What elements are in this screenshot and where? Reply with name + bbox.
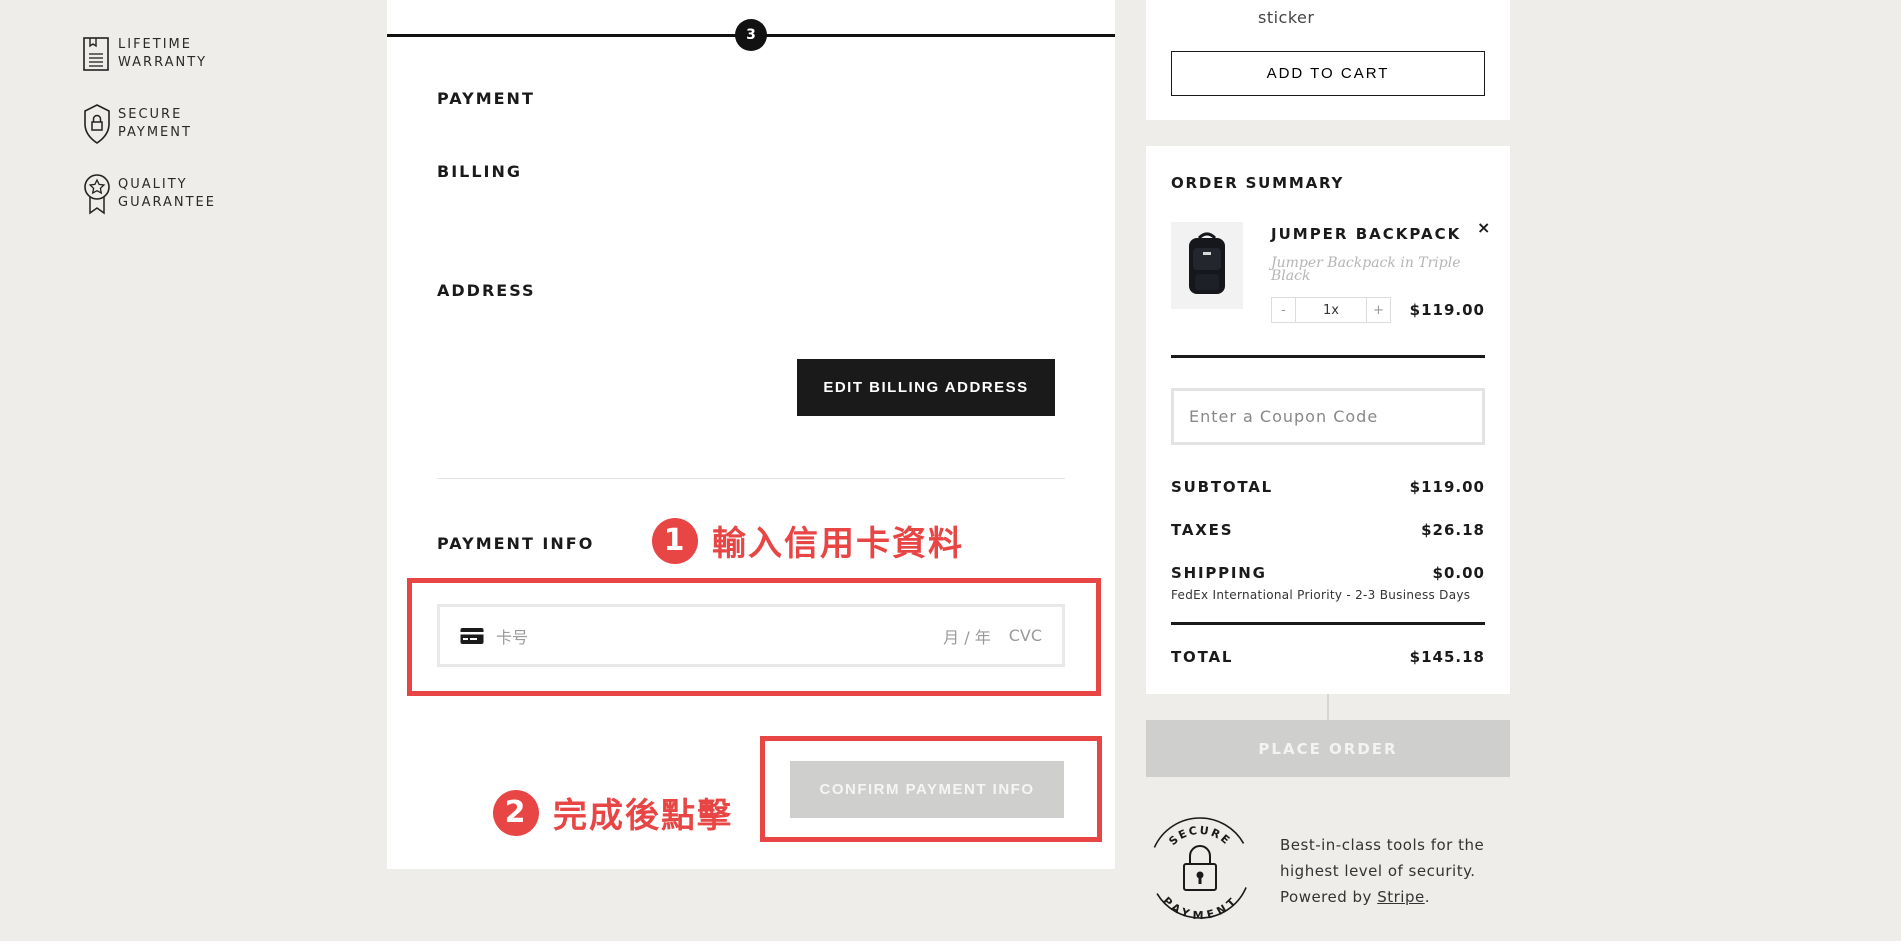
summary-divider — [1171, 355, 1485, 358]
quantity-value[interactable]: 1x — [1296, 298, 1366, 322]
payment-heading: PAYMENT — [437, 89, 535, 108]
annotation-number: 2 — [493, 789, 539, 836]
badge-label: LIFETIME WARRANTY — [118, 36, 207, 72]
shipping-value: $0.00 — [1432, 564, 1485, 582]
remove-item-icon[interactable]: × — [1477, 218, 1490, 237]
billing-heading: BILLING — [437, 162, 523, 181]
powered-suffix: . — [1424, 888, 1430, 906]
seal-bottom-text: PAYMENT — [1160, 894, 1238, 922]
card-expiry-placeholder[interactable]: 月 / 年 — [943, 624, 991, 648]
add-to-cart-button[interactable]: ADD TO CART — [1171, 51, 1485, 96]
annotation-step-2: 2 完成後點擊 — [493, 788, 733, 837]
section-divider — [437, 478, 1065, 479]
shield-lock-icon — [84, 104, 110, 144]
star-ribbon-icon — [84, 174, 110, 215]
security-description: Best-in-class tools for the highest leve… — [1280, 832, 1510, 910]
annotation-text: 輸入信用卡資料 — [712, 524, 964, 564]
badge-label: SECURE PAYMENT — [118, 106, 192, 142]
security-line: Best-in-class tools for the — [1280, 836, 1485, 854]
svg-text:SECURE: SECURE — [1166, 824, 1233, 848]
card-input[interactable]: 卡号 月 / 年 CVC — [437, 604, 1065, 667]
payment-info-heading: PAYMENT INFO — [437, 534, 595, 553]
badge-label: QUALITY GUARANTEE — [118, 176, 216, 212]
badge-secure-payment: SECURE PAYMENT — [82, 102, 192, 146]
product-thumbnail — [1171, 222, 1243, 309]
stripe-link[interactable]: Stripe — [1377, 888, 1425, 906]
upsell-caption: sticker — [1258, 8, 1315, 27]
badge-lifetime-warranty: LIFETIME WARRANTY — [82, 32, 207, 76]
secure-payment-seal-icon: SECURE PAYMENT — [1149, 817, 1251, 922]
edit-billing-address-button[interactable]: EDIT BILLING ADDRESS — [797, 359, 1055, 416]
security-line: highest level of security. — [1280, 862, 1476, 880]
badge-line: GUARANTEE — [118, 195, 216, 210]
coupon-input[interactable]: Enter a Coupon Code — [1171, 388, 1485, 445]
credit-card-icon — [460, 627, 484, 644]
address-heading: ADDRESS — [437, 281, 536, 300]
quantity-stepper[interactable]: - 1x + — [1271, 297, 1391, 323]
subtotal-value: $119.00 — [1409, 478, 1485, 496]
badge-line: SECURE — [118, 107, 183, 122]
backpack-image — [1189, 232, 1225, 294]
card-number-placeholder[interactable]: 卡号 — [496, 624, 943, 648]
badge-line: WARRANTY — [118, 55, 208, 70]
annotation-text: 完成後點擊 — [553, 796, 733, 836]
annotation-number: 1 — [652, 517, 698, 564]
confirm-payment-info-button[interactable]: CONFIRM PAYMENT INFO — [790, 761, 1064, 818]
total-label: TOTAL — [1171, 648, 1234, 666]
secure-payment-seal: SECURE PAYMENT — [1146, 814, 1254, 922]
badge-line: PAYMENT — [118, 125, 192, 140]
step-indicator: 3 — [735, 19, 767, 51]
quantity-increase-button[interactable]: + — [1366, 298, 1390, 322]
security-powered-by: Powered by Stripe. — [1280, 884, 1510, 910]
shipping-method: FedEx International Priority - 2-3 Busin… — [1171, 588, 1471, 602]
warranty-doc-icon — [83, 37, 109, 71]
taxes-label: TAXES — [1171, 521, 1234, 539]
connector-line — [1327, 694, 1329, 720]
item-price: $119.00 — [1409, 301, 1485, 319]
shipping-label: SHIPPING — [1171, 564, 1267, 582]
badge-line: LIFETIME — [118, 37, 192, 52]
badge-line: QUALITY — [118, 177, 188, 192]
powered-prefix: Powered by — [1280, 888, 1378, 906]
quantity-decrease-button[interactable]: - — [1272, 298, 1296, 322]
product-variant: Jumper Backpack in Triple Black — [1271, 255, 1461, 284]
taxes-value: $26.18 — [1421, 521, 1485, 539]
place-order-button[interactable]: PLACE ORDER — [1146, 720, 1510, 777]
subtotal-label: SUBTOTAL — [1171, 478, 1274, 496]
product-name: JUMPER BACKPACK — [1271, 225, 1462, 243]
svg-text:PAYMENT: PAYMENT — [1160, 894, 1240, 922]
seal-top-text: SECURE — [1166, 824, 1231, 848]
total-value: $145.18 — [1409, 648, 1485, 666]
summary-divider — [1171, 622, 1485, 625]
order-summary-title: ORDER SUMMARY — [1171, 174, 1345, 192]
annotation-step-1: 1 輸入信用卡資料 — [652, 516, 964, 565]
badge-quality-guarantee: QUALITY GUARANTEE — [82, 172, 216, 216]
card-cvc-placeholder[interactable]: CVC — [1009, 626, 1042, 645]
